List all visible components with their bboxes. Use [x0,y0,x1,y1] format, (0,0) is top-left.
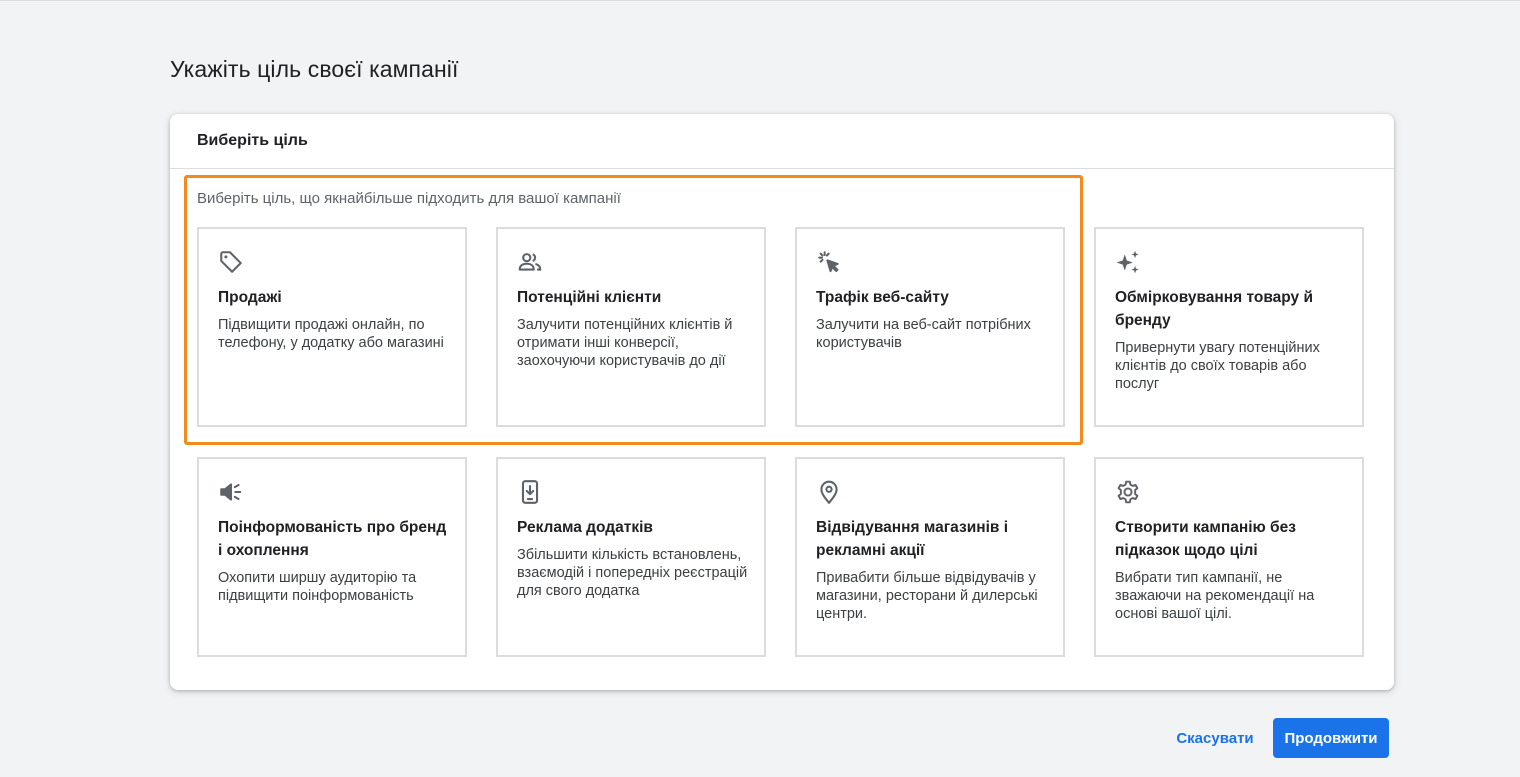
location-pin-icon [816,479,842,505]
goal-description: Залучити потенційних клієнтів й отримати… [517,317,733,369]
goal-description: Привабити більше відвідувачів у магазини… [816,570,1038,622]
goal-description: Привернути увагу потенційних клієнтів до… [1115,340,1320,392]
goal-tile-no-goal[interactable]: Створити кампанію без підказок щодо цілі… [1094,457,1364,657]
goal-title: Обмірковування товару й бренду [1115,289,1313,329]
sparkle-icon [1115,249,1141,275]
top-divider [0,0,1520,1]
goal-description: Збільшити кількість встановлень, взаємод… [517,547,748,599]
goal-title: Реклама додатків [517,519,653,536]
goal-description: Залучити на веб-сайт потрібних користува… [816,317,1031,351]
card-header: Виберіть ціль [170,114,1394,169]
goal-selection-card: Виберіть ціль Виберіть ціль, що якнайбіл… [170,114,1394,690]
cursor-click-icon [816,249,842,275]
goal-tile-sales[interactable]: Продажі Підвищити продажі онлайн, по тел… [197,227,467,427]
goal-title: Поінформованість про бренд і охоплення [218,519,447,559]
goal-tile-website-traffic[interactable]: Трафік веб-сайту Залучити на веб-сайт по… [795,227,1065,427]
goal-title: Потенційні клієнти [517,289,662,306]
tag-icon [218,249,244,275]
goal-description: Підвищити продажі онлайн, по телефону, у… [218,317,444,351]
phone-download-icon [517,479,543,505]
goal-description: Вибрати тип кампанії, не зважаючи на рек… [1115,570,1315,622]
goal-tile-product-consideration[interactable]: Обмірковування товару й бренду Привернут… [1094,227,1364,427]
page-title: Укажіть ціль своєї кампанії [170,56,459,82]
goal-description: Охопити ширшу аудиторію та підвищити поі… [218,570,417,604]
megaphone-icon [218,479,244,505]
cancel-button[interactable]: Скасувати [1166,720,1264,756]
card-header-title: Виберіть ціль [197,132,308,149]
goal-title: Відвідування магазинів і рекламні акції [816,519,1009,559]
goal-tile-store-visits[interactable]: Відвідування магазинів і рекламні акції … [795,457,1065,657]
goal-title: Трафік веб-сайту [816,289,949,306]
goal-tile-leads[interactable]: Потенційні клієнти Залучити потенційних … [496,227,766,427]
goal-tile-app-promotion[interactable]: Реклама додатків Збільшити кількість вст… [496,457,766,657]
gear-icon [1115,479,1141,505]
goal-title: Створити кампанію без підказок щодо цілі [1115,519,1296,559]
goal-tile-brand-awareness[interactable]: Поінформованість про бренд і охоплення О… [197,457,467,657]
goal-hint-text: Виберіть ціль, що якнайбільше підходить … [197,190,621,207]
continue-button[interactable]: Продовжити [1273,718,1389,758]
goal-title: Продажі [218,289,282,306]
people-icon [517,249,543,275]
